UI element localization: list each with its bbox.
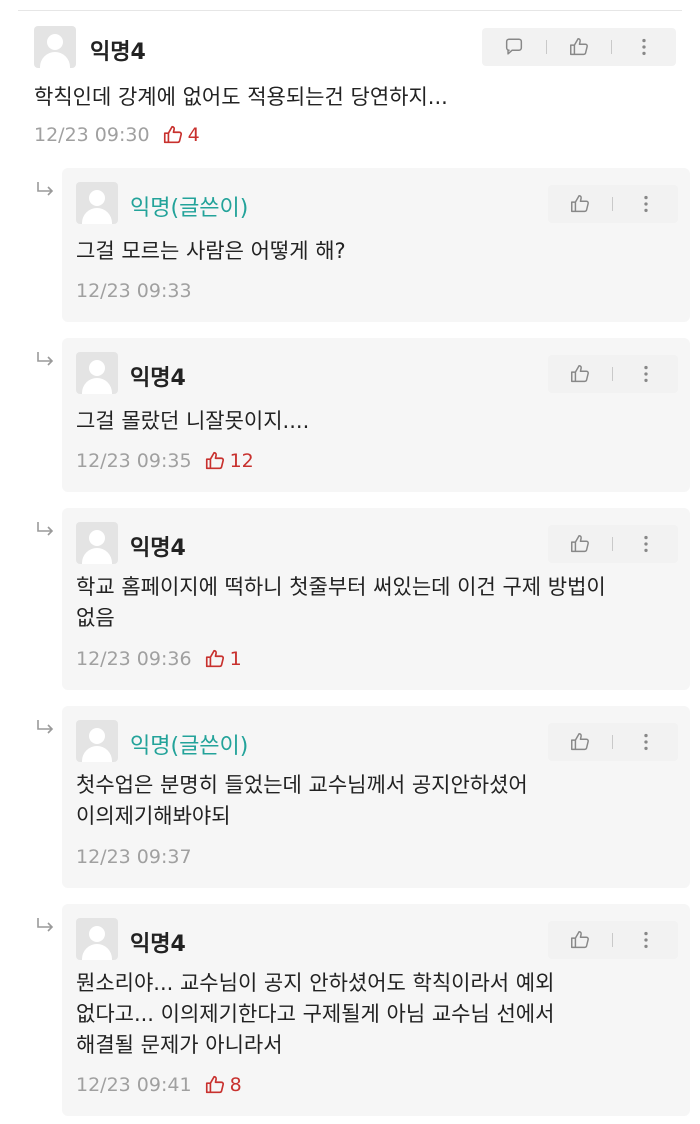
thumbs-up-icon[interactable] — [569, 363, 591, 385]
comment-time: 12/23 09:30 — [34, 124, 150, 146]
thumbs-up-icon — [163, 125, 182, 144]
reply-meta: 12/23 09:41 8 — [76, 1074, 242, 1096]
reply-arrow-icon — [37, 918, 54, 932]
avatar — [76, 182, 118, 224]
reply-actions — [548, 185, 678, 223]
reply-card: 익명4 학교 홈페이지에 떡하니 첫줄부터 써있는데 이건 구제 방법이 없음 … — [62, 508, 690, 690]
reply-card: 익명(글쓴이) 그걸 모르는 사람은 어떻게 해? 12/23 09:33 — [62, 168, 690, 322]
divider — [545, 40, 547, 54]
reply-arrow-icon — [37, 182, 54, 196]
like-count-value: 4 — [187, 124, 200, 146]
avatar — [76, 352, 118, 394]
reply-meta: 12/23 09:33 — [76, 280, 192, 302]
avatar — [76, 918, 118, 960]
thumbs-up-icon — [205, 649, 224, 668]
reply-text: 첫수업은 분명히 들었는데 교수님께서 공지안하셨어 이의제기해봐야되 — [76, 773, 528, 828]
like-count: 8 — [204, 1074, 242, 1096]
reply-meta: 12/23 09:35 12 — [76, 450, 254, 472]
thumbs-up-icon[interactable] — [569, 193, 591, 215]
reply-arrow-icon — [37, 352, 54, 366]
comment-nickname: 익명4 — [90, 40, 146, 65]
more-vertical-icon[interactable] — [635, 193, 657, 215]
more-vertical-icon[interactable] — [635, 363, 657, 385]
reply-actions — [548, 525, 678, 563]
like-count-value: 1 — [229, 648, 242, 670]
reply-text: 학교 홈페이지에 떡하니 첫줄부터 써있는데 이건 구제 방법이 없음 — [76, 575, 606, 630]
reply-time: 12/23 09:35 — [76, 450, 192, 472]
thumbs-up-icon[interactable] — [569, 929, 591, 951]
like-count: 1 — [204, 648, 242, 670]
reply-time: 12/23 09:33 — [76, 280, 192, 302]
reply-nickname: 익명4 — [130, 932, 186, 957]
reply-time: 12/23 09:36 — [76, 648, 192, 670]
reply-card: 익명4 그걸 몰랐던 니잘못이지.... 12/23 09:35 12 — [62, 338, 690, 492]
reply-meta: 12/23 09:37 — [76, 846, 192, 868]
comment-meta: 12/23 09:30 4 — [34, 124, 200, 146]
more-vertical-icon[interactable] — [633, 36, 655, 58]
reply-arrow-icon — [37, 720, 54, 734]
like-count: 4 — [162, 124, 200, 146]
more-vertical-icon[interactable] — [635, 533, 657, 555]
speech-bubble-icon[interactable] — [503, 36, 525, 58]
divider — [612, 933, 614, 947]
reply-arrow-icon — [37, 522, 54, 536]
divider — [612, 367, 614, 381]
reply-actions — [548, 921, 678, 959]
divider — [612, 735, 614, 749]
reply-text: 그걸 모르는 사람은 어떻게 해? — [76, 239, 346, 263]
reply-nickname: 익명(글쓴이) — [130, 196, 249, 221]
top-divider — [18, 10, 682, 11]
more-vertical-icon[interactable] — [635, 731, 657, 753]
thumbs-up-icon — [205, 1075, 224, 1094]
divider — [612, 197, 614, 211]
reply-text: 뭔소리야... 교수님이 공지 안하셨어도 학칙이라서 예외 없다고... 이의… — [76, 971, 555, 1057]
thumbs-up-icon[interactable] — [569, 731, 591, 753]
reply-card: 익명(글쓴이) 첫수업은 분명히 들었는데 교수님께서 공지안하셨어 이의제기해… — [62, 706, 690, 888]
reply-text: 그걸 몰랐던 니잘못이지.... — [76, 409, 310, 433]
like-count-value: 12 — [229, 450, 254, 472]
reply-nickname: 익명4 — [130, 366, 186, 391]
reply-meta: 12/23 09:36 1 — [76, 648, 242, 670]
divider — [611, 40, 613, 54]
like-count-value: 8 — [229, 1074, 242, 1096]
reply-actions — [548, 723, 678, 761]
reply-nickname: 익명(글쓴이) — [130, 734, 249, 759]
more-vertical-icon[interactable] — [635, 929, 657, 951]
thumbs-up-icon[interactable] — [569, 533, 591, 555]
reply-time: 12/23 09:41 — [76, 1074, 192, 1096]
comment-actions — [482, 28, 676, 66]
avatar — [76, 720, 118, 762]
thumbs-up-icon[interactable] — [568, 36, 590, 58]
reply-nickname: 익명4 — [130, 536, 186, 561]
comment-text: 학칙인데 강계에 없어도 적용되는건 당연하지... — [34, 85, 448, 109]
reply-card: 익명4 뭔소리야... 교수님이 공지 안하셨어도 학칙이라서 예외 없다고..… — [62, 904, 690, 1116]
reply-time: 12/23 09:37 — [76, 846, 192, 868]
thumbs-up-icon — [205, 451, 224, 470]
divider — [612, 537, 614, 551]
reply-actions — [548, 355, 678, 393]
avatar — [76, 522, 118, 564]
avatar — [34, 26, 76, 68]
like-count: 12 — [204, 450, 254, 472]
